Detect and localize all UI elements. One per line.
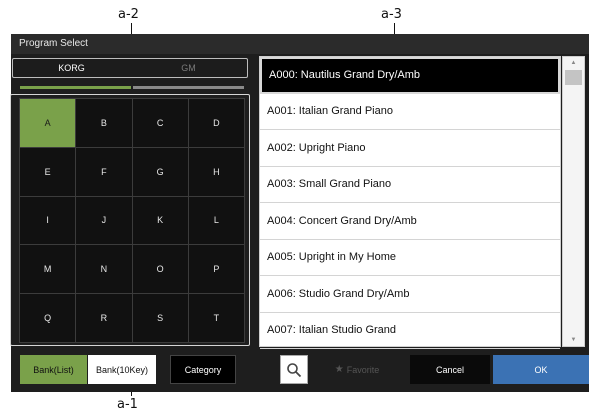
- bank-cell-m[interactable]: M: [20, 245, 76, 294]
- bank-cell-b[interactable]: B: [76, 99, 132, 147]
- bank-grid: ABCD EFGH IJKL MNOP QRST: [19, 98, 245, 343]
- title-bar: Program Select: [11, 34, 589, 54]
- bank-cell-h[interactable]: H: [188, 147, 244, 196]
- arrow-up-icon[interactable]: ▲: [563, 60, 584, 66]
- bank-type-tabs: KORG GM: [12, 58, 248, 78]
- arrow-down-icon[interactable]: ▼: [563, 337, 584, 343]
- bank-cell-d[interactable]: D: [188, 99, 244, 147]
- bank-cell-t[interactable]: T: [188, 294, 244, 342]
- program-list-item[interactable]: A005: Upright in My Home: [260, 240, 560, 276]
- bank-cell-g[interactable]: G: [132, 147, 188, 196]
- program-list-item[interactable]: A006: Studio Grand Dry/Amb: [260, 276, 560, 313]
- bank-cell-l[interactable]: L: [188, 196, 244, 245]
- favorite-label: Favorite: [346, 364, 380, 375]
- program-list-item[interactable]: A004: Concert Grand Dry/Amb: [260, 203, 560, 240]
- bank-cell-o[interactable]: O: [132, 245, 188, 294]
- program-list-item[interactable]: A000: Nautilus Grand Dry/Amb: [260, 57, 560, 94]
- bank-cell-p[interactable]: P: [188, 245, 244, 294]
- ok-button[interactable]: OK: [493, 355, 589, 384]
- bank-list-button[interactable]: Bank(List): [20, 355, 87, 384]
- program-list-item[interactable]: A001: Italian Grand Piano: [260, 94, 560, 130]
- callout-a1: a-1: [117, 397, 138, 412]
- bank-cell-j[interactable]: J: [76, 196, 132, 245]
- bank-cell-a[interactable]: A: [20, 99, 76, 147]
- bank-cell-q[interactable]: Q: [20, 294, 76, 342]
- category-button[interactable]: Category: [170, 355, 236, 384]
- search-icon: [287, 362, 302, 377]
- tab-indicator-active: [20, 86, 131, 89]
- list-scrollbar[interactable]: ▲ ▼: [562, 56, 585, 347]
- bank-cell-n[interactable]: N: [76, 245, 132, 294]
- bank-cell-k[interactable]: K: [132, 196, 188, 245]
- program-list-item[interactable]: A003: Small Grand Piano: [260, 167, 560, 203]
- bank-cell-r[interactable]: R: [76, 294, 132, 342]
- program-list-item[interactable]: A002: Upright Piano: [260, 130, 560, 167]
- bank-cell-f[interactable]: F: [76, 147, 132, 196]
- scrollbar-thumb[interactable]: [565, 70, 582, 85]
- star-icon: ★: [334, 364, 344, 375]
- bank-10key-button[interactable]: Bank(10Key): [88, 355, 156, 384]
- cancel-button[interactable]: Cancel: [410, 355, 490, 384]
- bank-cell-e[interactable]: E: [20, 147, 76, 196]
- bank-cell-c[interactable]: C: [132, 99, 188, 147]
- tab-gm[interactable]: GM: [130, 59, 247, 77]
- program-list-item[interactable]: A007: Italian Studio Grand: [260, 313, 560, 349]
- callout-a3: a-3: [381, 7, 402, 22]
- tab-korg[interactable]: KORG: [13, 59, 130, 77]
- search-button[interactable]: [280, 355, 308, 384]
- favorite-button[interactable]: ★ Favorite: [322, 355, 392, 384]
- bank-cell-s[interactable]: S: [132, 294, 188, 342]
- window-title: Program Select: [19, 38, 88, 49]
- callout-a2: a-2: [118, 7, 139, 22]
- program-list: A000: Nautilus Grand Dry/Amb A001: Italia…: [259, 56, 561, 349]
- tab-indicator-inactive: [133, 86, 244, 89]
- bank-cell-i[interactable]: I: [20, 196, 76, 245]
